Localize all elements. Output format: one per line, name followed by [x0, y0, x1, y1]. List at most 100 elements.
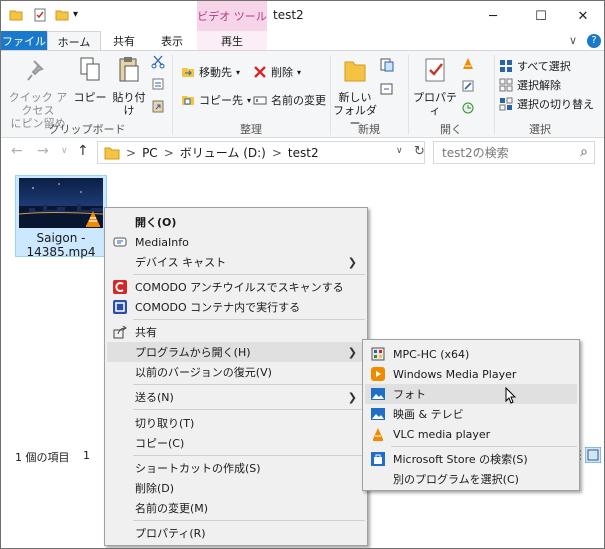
recent-locations-button[interactable]: ∨	[61, 146, 68, 156]
minimize-button[interactable]: ─	[471, 1, 515, 31]
menu-separator	[391, 446, 577, 447]
menu-item-device-cast[interactable]: デバイス キャスト ❯	[107, 252, 365, 272]
large-icons-view-icon[interactable]	[585, 447, 601, 463]
file-item-saigon[interactable]: Saigon - 14385.mp4	[15, 175, 107, 259]
delete-button[interactable]: 削除 ▾	[253, 63, 301, 81]
copy-button[interactable]: コピー	[73, 55, 107, 104]
help-button[interactable]: ?	[587, 34, 601, 48]
edit-icon[interactable]	[461, 79, 475, 93]
submenu-item-movies-tv[interactable]: 映画 & テレビ	[365, 404, 577, 424]
address-dropdown[interactable]: ∨	[396, 146, 403, 156]
paste-shortcut-icon[interactable]	[151, 99, 165, 113]
submenu-item-choose-program[interactable]: 別のプログラムを選択(C)	[365, 469, 577, 489]
share-icon	[113, 325, 127, 339]
paste-button[interactable]: 貼り付け	[109, 55, 149, 117]
folder-icon[interactable]	[9, 8, 23, 22]
menu-item-label: 切り取り(T)	[135, 417, 195, 430]
menu-item-restore-versions[interactable]: 以前のバージョンの復元(V)	[107, 362, 365, 382]
explorer-window: ▾ ビデオ ツール test2 ─ ☐ ✕ ファイル ホーム 共有 表示 再生 …	[0, 0, 605, 549]
menu-item-label: 削除(D)	[135, 482, 175, 495]
submenu-item-photos[interactable]: フォト	[365, 384, 577, 404]
menu-item-delete[interactable]: 削除(D)	[107, 478, 365, 498]
submenu-arrow-icon: ❯	[347, 345, 357, 359]
cut-icon[interactable]	[151, 55, 165, 69]
window-title: test2	[273, 8, 304, 22]
menu-item-open-with[interactable]: プログラムから開く(H) ❯	[107, 342, 365, 362]
new-folder-icon[interactable]	[55, 8, 69, 22]
navigation-bar: ← → ∨ ↑ > PC > ボリューム (D:) > test2 ∨ ↻ te…	[1, 139, 604, 167]
menu-item-label: ショートカットの作成(S)	[135, 462, 261, 475]
menu-separator	[133, 274, 365, 275]
easy-access-icon[interactable]	[379, 81, 395, 97]
search-placeholder: test2の検索	[442, 146, 509, 160]
menu-item-copy[interactable]: コピー(C)	[107, 433, 365, 453]
selected-count: 1	[83, 449, 90, 462]
menu-item-label: MediaInfo	[135, 235, 189, 249]
menu-item-mediainfo[interactable]: MediaInfo	[107, 232, 365, 252]
tab-view[interactable]: 表示	[147, 31, 197, 51]
maximize-button[interactable]: ☐	[519, 1, 563, 31]
submenu-item-label: 映画 & テレビ	[393, 408, 464, 421]
ribbon-expand-button[interactable]: ∨	[569, 34, 577, 47]
menu-item-comodo-container[interactable]: COMODO コンテナ内で実行する	[107, 297, 365, 317]
quick-access-dropdown[interactable]: ▾	[73, 9, 78, 20]
menu-item-properties[interactable]: プロパティ(R)	[107, 523, 365, 543]
submenu-item-label: Microsoft Store の検索(S)	[393, 453, 528, 466]
history-icon[interactable]	[461, 101, 475, 115]
close-button[interactable]: ✕	[561, 1, 604, 31]
submenu-item-mpc-hc[interactable]: MPC-HC (x64)	[365, 344, 577, 364]
copy-icon	[80, 57, 100, 81]
breadcrumb-pc[interactable]: PC	[142, 146, 158, 160]
up-button[interactable]: ↑	[77, 143, 89, 159]
menu-item-share[interactable]: 共有	[107, 322, 365, 342]
submenu-item-windows-media-player[interactable]: Windows Media Player	[365, 364, 577, 384]
menu-item-label: 名前の変更(M)	[135, 502, 209, 515]
properties-button[interactable]: プロパティ	[411, 55, 459, 117]
properties-check-icon	[425, 58, 445, 82]
invert-selection-button[interactable]: 選択の切り替え	[499, 95, 594, 113]
rename-button[interactable]: 名前の変更	[253, 91, 326, 109]
menu-item-open[interactable]: 開く(O)	[107, 212, 365, 232]
invert-selection-icon	[499, 97, 513, 111]
pin-quick-access-button[interactable]: クイック アクセス にピン留め	[5, 55, 71, 130]
menu-item-rename[interactable]: 名前の変更(M)	[107, 498, 365, 518]
breadcrumb-volume[interactable]: ボリューム (D:)	[180, 144, 266, 161]
paste-label: 貼り付け	[112, 91, 146, 117]
vlc-icon	[373, 428, 383, 441]
copy-path-icon[interactable]	[151, 77, 165, 91]
select-all-button[interactable]: すべて選択	[499, 57, 571, 75]
mediainfo-icon	[113, 237, 127, 247]
copy-to-button[interactable]: コピー先 ▾	[181, 91, 251, 109]
tab-play[interactable]: 再生	[197, 31, 267, 51]
submenu-item-store-search[interactable]: Microsoft Store の検索(S)	[365, 449, 577, 469]
properties-check-icon[interactable]	[33, 8, 47, 22]
delete-label: 削除	[271, 66, 293, 79]
tab-file[interactable]: ファイル	[1, 31, 47, 51]
menu-item-label: COMODO アンチウイルスでスキャンする	[135, 281, 344, 294]
address-bar[interactable]: > PC > ボリューム (D:) > test2 ∨ ↻	[97, 141, 425, 164]
breadcrumb-test2[interactable]: test2	[288, 146, 319, 160]
menu-item-comodo-scan[interactable]: COMODO アンチウイルスでスキャンする	[107, 277, 365, 297]
menu-item-label: コピー(C)	[135, 437, 185, 450]
search-input[interactable]: test2の検索 ⌕	[433, 141, 595, 164]
tab-home[interactable]: ホーム	[47, 31, 101, 51]
vlc-icon[interactable]	[461, 57, 475, 71]
invert-selection-label: 選択の切り替え	[517, 98, 594, 111]
refresh-button[interactable]: ↻	[414, 144, 425, 159]
menu-item-cut[interactable]: 切り取り(T)	[107, 413, 365, 433]
rename-label: 名前の変更	[271, 94, 326, 107]
submenu-item-vlc[interactable]: VLC media player	[365, 424, 577, 444]
microsoft-store-icon	[371, 452, 385, 466]
menu-item-label: デバイス キャスト	[135, 256, 227, 269]
select-group-label: 選択	[529, 123, 551, 136]
move-to-button[interactable]: 移動先 ▾	[181, 63, 240, 81]
tab-share[interactable]: 共有	[101, 31, 147, 51]
new-item-icon[interactable]	[379, 57, 395, 73]
forward-button[interactable]: →	[37, 143, 49, 159]
properties-label: プロパティ	[413, 91, 457, 117]
new-folder-button[interactable]: 新しい フォルダー	[333, 55, 377, 130]
menu-item-send-to[interactable]: 送る(N) ❯	[107, 387, 365, 407]
select-none-button[interactable]: 選択解除	[499, 76, 561, 94]
back-button[interactable]: ←	[11, 143, 23, 159]
menu-item-create-shortcut[interactable]: ショートカットの作成(S)	[107, 458, 365, 478]
